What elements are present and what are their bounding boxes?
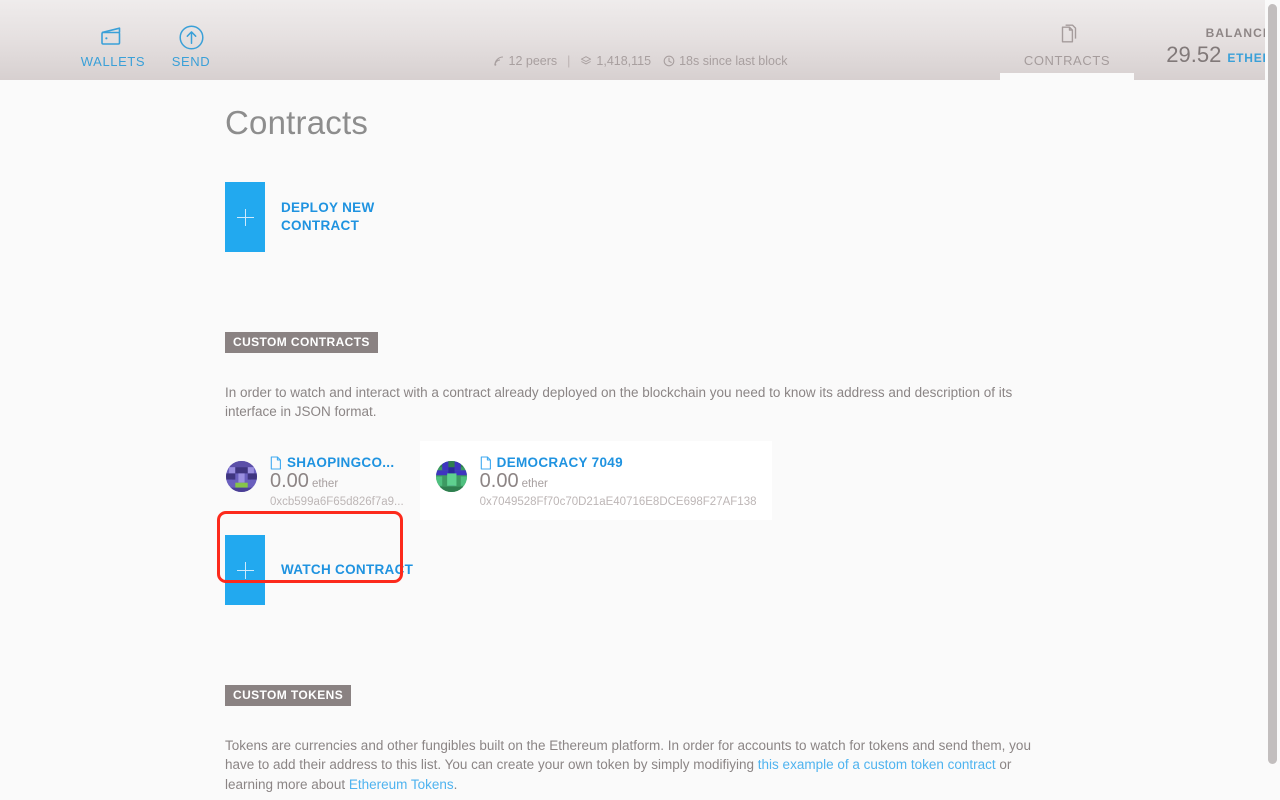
tab-active-indicator xyxy=(1000,73,1134,80)
content-column: Contracts DEPLOY NEW CONTRACT CUSTOM CON… xyxy=(0,80,1280,794)
documents-icon xyxy=(1053,22,1081,50)
tab-contracts-label: CONTRACTS xyxy=(1023,53,1111,68)
contract-card[interactable]: SHAOPINGCO... 0.00 ether 0xcb599a6F65d826… xyxy=(210,441,420,520)
block-status: 1,418,115 xyxy=(580,54,651,68)
contract-card-body: DEMOCRACY 7049 0.00 ether 0x7049528Ff70c7… xyxy=(467,455,757,508)
peers-status: 12 peers xyxy=(493,54,558,68)
link-ethereum-tokens[interactable]: Ethereum Tokens xyxy=(349,777,454,792)
deploy-label-line2: CONTRACT xyxy=(281,218,360,233)
contract-name: DEMOCRACY 7049 xyxy=(496,455,623,471)
last-block-status: 18s since last block xyxy=(663,54,787,68)
custom-contracts-description: In order to watch and interact with a co… xyxy=(225,385,1013,420)
watch-contract-button[interactable]: WATCH CONTRACT xyxy=(225,535,1280,606)
contract-balance: 0.00 ether xyxy=(480,470,548,492)
contract-balance-unit: ether xyxy=(311,478,339,491)
contract-card-name-row: DEMOCRACY 7049 xyxy=(480,455,757,470)
document-icon xyxy=(480,456,491,470)
primary-nav: WALLETS SEND xyxy=(0,0,230,69)
clock-icon xyxy=(663,55,675,67)
scrollbar-thumb[interactable] xyxy=(1268,4,1277,764)
nav-item-wallets[interactable]: WALLETS xyxy=(74,0,152,69)
plus-icon xyxy=(236,208,254,226)
contract-card[interactable]: DEMOCRACY 7049 0.00 ether 0x7049528Ff70c7… xyxy=(419,441,773,521)
custom-tokens-description: Tokens are currencies and other fungible… xyxy=(225,736,1037,793)
balance-display: BALANCE 29.52 ETHER xyxy=(1134,0,1280,68)
contract-balance-value: 0.00 xyxy=(270,470,309,493)
section-label-custom-contracts: CUSTOM CONTRACTS xyxy=(225,332,378,353)
document-icon xyxy=(270,456,281,470)
tab-contracts[interactable]: CONTRACTS xyxy=(1000,0,1134,80)
plus-icon xyxy=(236,561,254,579)
blocks-stack-icon xyxy=(581,56,592,65)
avatar xyxy=(226,461,257,493)
deploy-plus-square[interactable] xyxy=(225,182,265,252)
header-right: CONTRACTS BALANCE 29.52 ETHER xyxy=(1000,0,1280,80)
balance-amount: 29.52 xyxy=(1166,42,1222,67)
wallet-icon xyxy=(99,22,127,52)
contracts-page: Contracts DEPLOY NEW CONTRACT CUSTOM CON… xyxy=(0,80,1280,800)
app-header: WALLETS SEND 12 peers | 1,418,115 18s si… xyxy=(0,0,1280,80)
watch-contract-label[interactable]: WATCH CONTRACT xyxy=(265,535,413,605)
contract-address: 0x7049528Ff70c70D21aE40716E8DCE698F27AF1… xyxy=(479,496,757,509)
section-label-custom-tokens: CUSTOM TOKENS xyxy=(225,685,352,707)
nav-item-send-label: SEND xyxy=(171,54,211,69)
page-scrollbar[interactable] xyxy=(1265,0,1280,800)
deploy-label-line1: DEPLOY NEW xyxy=(281,199,375,215)
contract-address: 0xcb599a6F65d826f7a9... xyxy=(270,496,404,509)
balance-caption: BALANCE xyxy=(1205,26,1272,40)
watch-plus-square[interactable] xyxy=(225,535,265,606)
contract-name: SHAOPINGCO... xyxy=(287,455,395,471)
tokens-text-3: . xyxy=(453,776,458,792)
nav-item-send[interactable]: SEND xyxy=(152,0,230,69)
contract-balance: 0.00 ether xyxy=(270,470,339,492)
deploy-new-contract-label[interactable]: DEPLOY NEW CONTRACT xyxy=(265,182,375,252)
page-title: Contracts xyxy=(225,104,369,141)
peers-count: 12 peers xyxy=(508,54,558,68)
link-example-token-contract[interactable]: this example of a custom token contract xyxy=(758,757,996,772)
contract-card-name-row: SHAOPINGCO... xyxy=(270,455,404,470)
signal-icon xyxy=(493,56,503,66)
custom-contracts-list: SHAOPINGCO... 0.00 ether 0xcb599a6F65d826… xyxy=(210,441,1280,521)
deploy-new-contract-button[interactable]: DEPLOY NEW CONTRACT xyxy=(225,182,1280,252)
contract-card-body: SHAOPINGCO... 0.00 ether 0xcb599a6F65d826… xyxy=(257,455,404,508)
avatar xyxy=(435,461,467,493)
contract-balance-value: 0.00 xyxy=(479,470,519,493)
send-arrow-up-circle-icon xyxy=(178,22,205,52)
status-separator: | xyxy=(567,54,571,68)
block-number: 1,418,115 xyxy=(596,54,652,68)
contract-balance-unit: ether xyxy=(521,478,548,491)
last-block-time: 18s since last block xyxy=(679,54,788,68)
nav-item-wallets-label: WALLETS xyxy=(80,54,146,69)
